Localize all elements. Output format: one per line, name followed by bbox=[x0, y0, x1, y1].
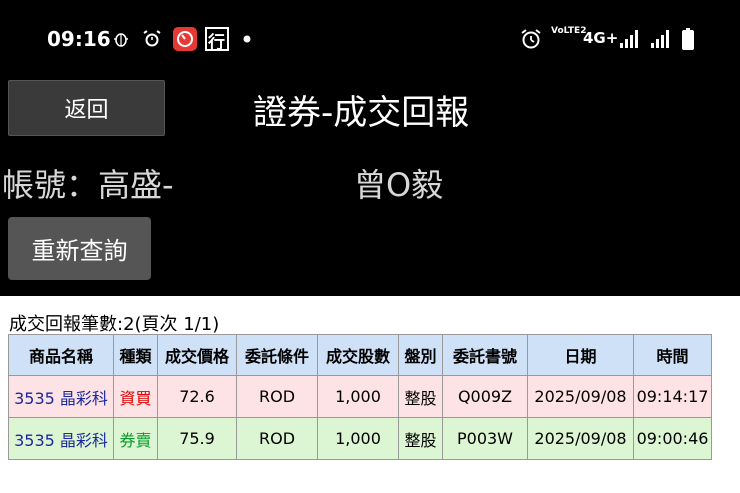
order-no-cell: P003W bbox=[442, 417, 528, 460]
price-cell: 72.6 bbox=[157, 375, 237, 418]
product-cell: 3535 晶彩科 bbox=[8, 375, 114, 418]
alarm-icon bbox=[520, 27, 542, 51]
session-cell: 整股 bbox=[398, 417, 443, 460]
account-label: 帳號：高盛- bbox=[2, 166, 174, 204]
table-header-row: 商品名稱 種類 成交價格 委託條件 成交股數 盤別 委託書號 日期 時間 bbox=[8, 334, 712, 376]
alarm-icon bbox=[142, 27, 162, 51]
trade-report-table: 商品名稱 種類 成交價格 委託條件 成交股數 盤別 委託書號 日期 時間 353… bbox=[8, 334, 712, 460]
dot-icon bbox=[243, 27, 251, 51]
table-row[interactable]: 3535 晶彩科 資買 72.6 ROD 1,000 整股 Q009Z 2025… bbox=[8, 375, 712, 418]
status-time: 09:16 bbox=[47, 27, 111, 51]
session-cell: 整股 bbox=[398, 375, 443, 418]
column-header: 盤別 bbox=[398, 334, 443, 376]
shares-cell: 1,000 bbox=[317, 417, 399, 460]
signal-icon bbox=[619, 27, 639, 51]
column-header: 時間 bbox=[633, 334, 712, 376]
date-cell: 2025/09/08 bbox=[527, 375, 634, 418]
condition-cell: ROD bbox=[236, 417, 318, 460]
type-cell: 券賣 bbox=[113, 417, 158, 460]
bank-app-label: 行 bbox=[208, 33, 225, 53]
report-summary: 成交回報筆數:2(頁次 1/1) bbox=[9, 314, 220, 335]
battery-icon bbox=[682, 27, 694, 51]
column-header: 委託書號 bbox=[442, 334, 528, 376]
bug-icon bbox=[112, 27, 130, 51]
signal-icon bbox=[650, 27, 670, 51]
date-cell: 2025/09/08 bbox=[527, 417, 634, 460]
column-header: 日期 bbox=[527, 334, 634, 376]
table-row[interactable]: 3535 晶彩科 券賣 75.9 ROD 1,000 整股 P003W 2025… bbox=[8, 417, 712, 460]
requery-button[interactable]: 重新查詢 bbox=[8, 217, 151, 280]
shares-cell: 1,000 bbox=[317, 375, 399, 418]
time-cell: 09:00:46 bbox=[633, 417, 712, 460]
order-no-cell: Q009Z bbox=[442, 375, 528, 418]
type-cell: 資買 bbox=[113, 375, 158, 418]
network-type: 4G+ bbox=[583, 29, 619, 47]
condition-cell: ROD bbox=[236, 375, 318, 418]
volte-label: VoLTE2 bbox=[551, 26, 587, 36]
page-title: 證券-成交回報 bbox=[253, 93, 470, 133]
app-header-area: 09:16 行 VoLTE2 4G+ 返回 證券-成交回報 帳號：高盛- 曾O毅… bbox=[0, 0, 740, 296]
account-holder-name: 曾O毅 bbox=[354, 166, 444, 204]
bank-app-icon: 行 bbox=[205, 27, 229, 53]
volte-indicator: VoLTE2 bbox=[551, 27, 586, 51]
column-header: 種類 bbox=[113, 334, 158, 376]
red-clock-app-icon bbox=[173, 27, 197, 51]
column-header: 成交股數 bbox=[317, 334, 399, 376]
product-cell: 3535 晶彩科 bbox=[8, 417, 114, 460]
price-cell: 75.9 bbox=[157, 417, 237, 460]
time-cell: 09:14:17 bbox=[633, 375, 712, 418]
back-button[interactable]: 返回 bbox=[8, 80, 165, 136]
column-header: 成交價格 bbox=[157, 334, 237, 376]
column-header: 委託條件 bbox=[236, 334, 318, 376]
column-header: 商品名稱 bbox=[8, 334, 114, 376]
